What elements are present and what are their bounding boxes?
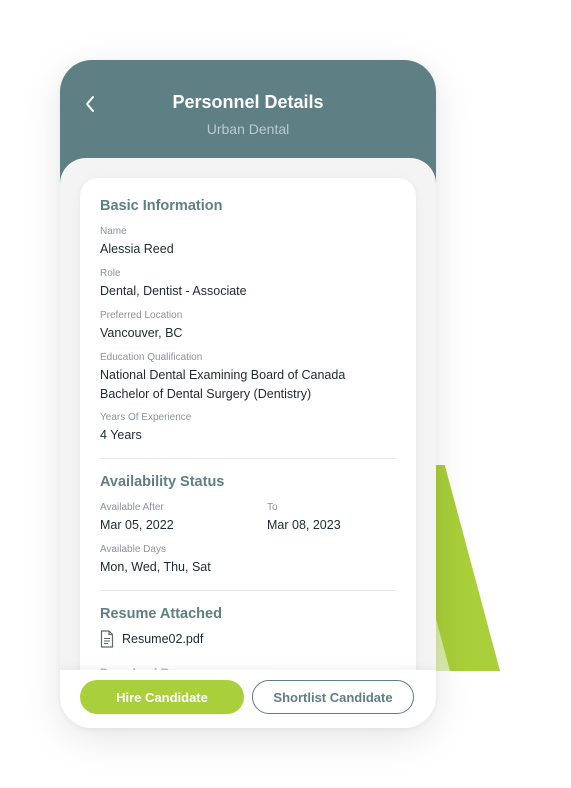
education-line-2: Bachelor of Dental Surgery (Dentistry) xyxy=(100,387,312,401)
availability-title: Availability Status xyxy=(100,474,225,490)
basic-info-title: Basic Information xyxy=(100,198,223,214)
phone-frame: Personnel Details Urban Dental Basic Inf… xyxy=(60,60,436,728)
available-days-label: Available Days xyxy=(100,544,166,555)
location-label: Preferred Location xyxy=(100,310,183,321)
page-subtitle: Urban Dental xyxy=(206,121,290,137)
education-line-1: National Dental Examining Board of Canad… xyxy=(100,368,346,382)
resume-file-link[interactable]: Resume02.pdf xyxy=(122,630,203,649)
details-card: Basic Information Name Alessia Reed Role… xyxy=(80,178,416,728)
role-value: Dental, Dentist - Associate xyxy=(100,284,247,298)
resume-title: Resume Attached xyxy=(100,606,222,622)
education-label: Education Qualification xyxy=(100,352,203,363)
available-days-value: Mon, Wed, Thu, Sat xyxy=(100,560,211,574)
available-to-label: To xyxy=(267,502,278,513)
page-title: Personnel Details xyxy=(172,92,324,112)
available-after-label: Available After xyxy=(100,502,164,513)
name-label: Name xyxy=(100,226,127,237)
available-after-value: Mar 05, 2022 xyxy=(100,518,174,532)
shortlist-candidate-button[interactable]: Shortlist Candidate xyxy=(252,680,414,714)
divider xyxy=(100,590,396,591)
document-icon xyxy=(100,630,114,648)
location-value: Vancouver, BC xyxy=(100,326,183,340)
role-label: Role xyxy=(100,268,121,279)
name-value: Alessia Reed xyxy=(100,242,174,256)
experience-value: 4 Years xyxy=(100,428,142,442)
experience-label: Years Of Experience xyxy=(100,412,192,423)
divider xyxy=(100,458,396,459)
action-bar: Hire Candidate Shortlist Candidate xyxy=(60,670,436,728)
available-to-value: Mar 08, 2023 xyxy=(267,518,341,532)
hire-candidate-button[interactable]: Hire Candidate xyxy=(80,680,244,714)
